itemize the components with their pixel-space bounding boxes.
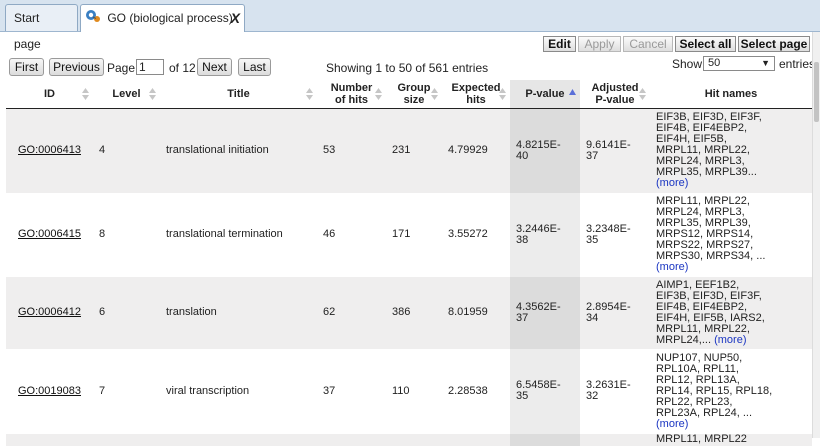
- p-value-cell: 4.8215E- 40: [510, 108, 580, 193]
- title-cell: translation: [160, 276, 317, 349]
- level-cell: 4: [93, 108, 160, 193]
- table-row[interactable]: GO:0006412 6 translation 62 386 8.01959 …: [6, 276, 812, 349]
- table-row[interactable]: MRPL11, MRPL22: [6, 433, 812, 446]
- last-page-button[interactable]: Last: [238, 58, 271, 76]
- title-cell: translational termination: [166, 228, 283, 240]
- table-row[interactable]: GO:0019083 7 viral transcription 37 110 …: [6, 348, 812, 434]
- column-header-group-size[interactable]: Group size: [386, 80, 442, 109]
- table-row[interactable]: GO:0006415 8 translational termination 4…: [6, 192, 812, 277]
- level-cell: 6: [93, 276, 160, 349]
- p-value-cell: 4.3562E- 37: [510, 276, 580, 349]
- sort-arrows-icon: [375, 88, 382, 100]
- entries-label: entries: [779, 57, 816, 71]
- more-link[interactable]: (more): [656, 418, 688, 430]
- hits-cell: 62: [317, 276, 386, 349]
- select-page-button[interactable]: Select page: [738, 36, 810, 52]
- hit-names-cell: EIF3B, EIF3D, EIF3F, EIF4B, EIF4EBP2, EI…: [650, 108, 812, 193]
- table-row[interactable]: GO:0006413 4 translational initiation 53…: [6, 108, 812, 193]
- hit-names-text: NUP107, NUP50, RPL10A, RPL11, RPL12, RPL…: [656, 351, 773, 419]
- results-table: ID Level Title Number of hits Group size…: [6, 80, 812, 446]
- vertical-scrollbar[interactable]: [812, 32, 820, 438]
- expected-cell: 3.55272: [448, 228, 488, 240]
- cancel-button[interactable]: Cancel: [623, 36, 673, 52]
- more-link[interactable]: (more): [656, 261, 688, 273]
- sort-arrows-icon: [149, 88, 156, 100]
- tab-go-biological-process[interactable]: GO (biological process) X: [80, 4, 245, 32]
- page-size-select[interactable]: 50 ▼: [703, 56, 775, 71]
- hit-names-text: AIMP1, EEF1B2, EIF3B, EIF3D, EIF3F, EIF4…: [656, 278, 765, 346]
- hit-names-cell: MRPL11, MRPL22, MRPL24, MRPL3, MRPL35, M…: [650, 193, 812, 277]
- hits-cell: 37: [323, 384, 336, 397]
- sort-arrows-icon: [639, 88, 646, 100]
- adjusted-p-value-cell: 3.2631E- 32: [586, 379, 631, 402]
- level-cell: 7: [99, 384, 106, 397]
- apply-button[interactable]: Apply: [578, 36, 621, 52]
- tab-bar: Start page GO (biological process) X: [0, 0, 820, 51]
- group-size-cell: 171: [392, 228, 411, 240]
- hit-names-cell: AIMP1, EEF1B2, EIF3B, EIF3D, EIF3F, EIF4…: [650, 276, 812, 349]
- column-header-adjusted-p-value[interactable]: Adjusted P-value: [580, 80, 650, 109]
- go-term-link[interactable]: GO:0006415: [18, 228, 81, 240]
- expected-cell: 2.28538: [448, 384, 488, 397]
- select-all-button[interactable]: Select all: [675, 36, 736, 52]
- sort-arrows-icon: [499, 88, 506, 100]
- adjusted-p-value-cell: 3.2348E- 35: [586, 222, 631, 246]
- previous-page-button[interactable]: Previous: [49, 58, 104, 76]
- more-link[interactable]: (more): [656, 177, 688, 189]
- go-network-icon: [85, 6, 101, 32]
- expected-cell: 4.79929: [442, 108, 510, 193]
- p-value-cell: 6.5458E- 35: [510, 348, 580, 434]
- sort-ascending-icon: [569, 89, 576, 95]
- sort-arrows-icon: [82, 88, 89, 100]
- group-size-cell: 386: [386, 276, 442, 349]
- page-number-input[interactable]: 1: [136, 59, 164, 75]
- entries-info: Showing 1 to 50 of 561 entries: [326, 61, 489, 75]
- column-header-level[interactable]: Level: [93, 80, 160, 109]
- column-header-number-of-hits[interactable]: Number of hits: [317, 80, 386, 109]
- hit-names-cell: NUP107, NUP50, RPL10A, RPL11, RPL12, RPL…: [650, 349, 812, 434]
- show-label: Show: [672, 57, 703, 71]
- title-cell: viral transcription: [166, 384, 250, 397]
- p-value-cell: 3.2446E- 38: [510, 192, 580, 277]
- expected-cell: 8.01959: [442, 276, 510, 349]
- column-header-id[interactable]: ID: [6, 80, 93, 109]
- column-header-p-value[interactable]: P-value: [510, 80, 580, 109]
- adjusted-p-value-cell: 9.6141E- 37: [580, 108, 650, 193]
- sort-arrows-icon: [431, 88, 438, 100]
- tab-label: GO (biological process): [107, 11, 233, 25]
- title-cell: translational initiation: [160, 108, 317, 193]
- column-header-hit-names[interactable]: Hit names: [650, 80, 812, 109]
- hit-names-text: EIF3B, EIF3D, EIF3F, EIF4B, EIF4EBP2, EI…: [656, 111, 762, 179]
- hits-cell: 53: [317, 108, 386, 193]
- level-cell: 8: [99, 228, 106, 240]
- hit-names-text: MRPL11, MRPL22, MRPL24, MRPL3, MRPL35, M…: [656, 195, 766, 262]
- sort-arrows-icon: [306, 88, 313, 100]
- page-label: Page: [107, 61, 136, 75]
- dropdown-caret-icon: ▼: [761, 58, 770, 68]
- table-header-row: ID Level Title Number of hits Group size…: [6, 80, 812, 109]
- tab-label: Start page: [14, 11, 41, 51]
- edit-button[interactable]: Edit: [543, 36, 576, 52]
- more-link[interactable]: (more): [714, 334, 746, 346]
- scrollbar-thumb[interactable]: [814, 62, 819, 122]
- page-count-label: of 12: [169, 61, 196, 75]
- page-size-value: 50: [708, 57, 721, 69]
- column-header-title[interactable]: Title: [160, 80, 317, 109]
- go-term-link[interactable]: GO:0006412: [18, 306, 81, 318]
- first-page-button[interactable]: First: [9, 58, 44, 76]
- next-page-button[interactable]: Next: [197, 58, 232, 76]
- group-size-cell: 231: [386, 108, 442, 193]
- group-size-cell: 110: [392, 384, 410, 397]
- column-header-expected-hits[interactable]: Expected hits: [442, 80, 510, 109]
- close-icon[interactable]: X: [231, 5, 240, 31]
- hits-cell: 46: [323, 228, 336, 240]
- tab-start-page[interactable]: Start page: [5, 4, 78, 51]
- go-term-link[interactable]: GO:0006413: [18, 144, 81, 156]
- go-term-link[interactable]: GO:0019083: [18, 385, 81, 397]
- hit-names-cell: MRPL11, MRPL22: [650, 433, 812, 446]
- adjusted-p-value-cell: 2.8954E- 34: [580, 276, 650, 349]
